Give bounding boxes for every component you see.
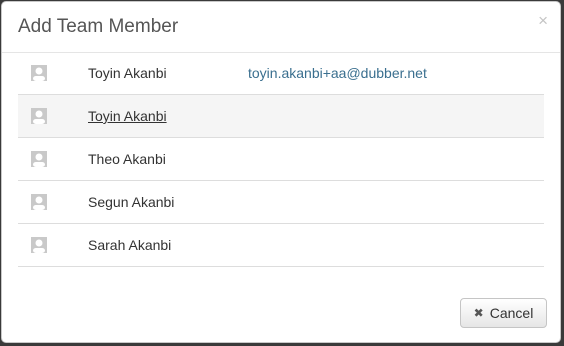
close-icon[interactable]: × — [538, 12, 548, 29]
member-list: Toyin Akanbi toyin.akanbi+aa@dubber.net … — [18, 52, 544, 267]
member-name: Sarah Akanbi — [88, 237, 172, 253]
member-name: Toyin Akanbi — [88, 65, 167, 81]
avatar-placeholder-icon — [31, 108, 47, 124]
member-row[interactable]: Segun Akanbi — [18, 181, 544, 224]
member-row[interactable]: Sarah Akanbi — [18, 224, 544, 267]
cancel-button[interactable]: ✖ Cancel — [460, 298, 547, 328]
member-row[interactable]: Toyin Akanbi toyin.akanbi+aa@dubber.net — [18, 52, 544, 95]
avatar-placeholder-icon — [31, 237, 47, 253]
member-row[interactable]: Toyin Akanbi — [18, 95, 544, 138]
member-name: Theo Akanbi — [88, 151, 166, 167]
modal-title: Add Team Member — [18, 16, 179, 37]
modal-header: Add Team Member × — [2, 2, 560, 53]
close-x-icon: ✖ — [473, 306, 484, 320]
avatar-placeholder-icon — [31, 194, 47, 210]
member-name[interactable]: Toyin Akanbi — [88, 108, 167, 124]
member-row[interactable]: Theo Akanbi — [18, 138, 544, 181]
cancel-label: Cancel — [489, 305, 534, 321]
member-name: Segun Akanbi — [88, 194, 175, 210]
avatar-placeholder-icon — [31, 65, 47, 81]
member-email[interactable]: toyin.akanbi+aa@dubber.net — [248, 65, 427, 81]
add-team-member-modal: Add Team Member × Toyin Akanbi toyin.aka… — [1, 1, 561, 343]
avatar-placeholder-icon — [31, 151, 47, 167]
